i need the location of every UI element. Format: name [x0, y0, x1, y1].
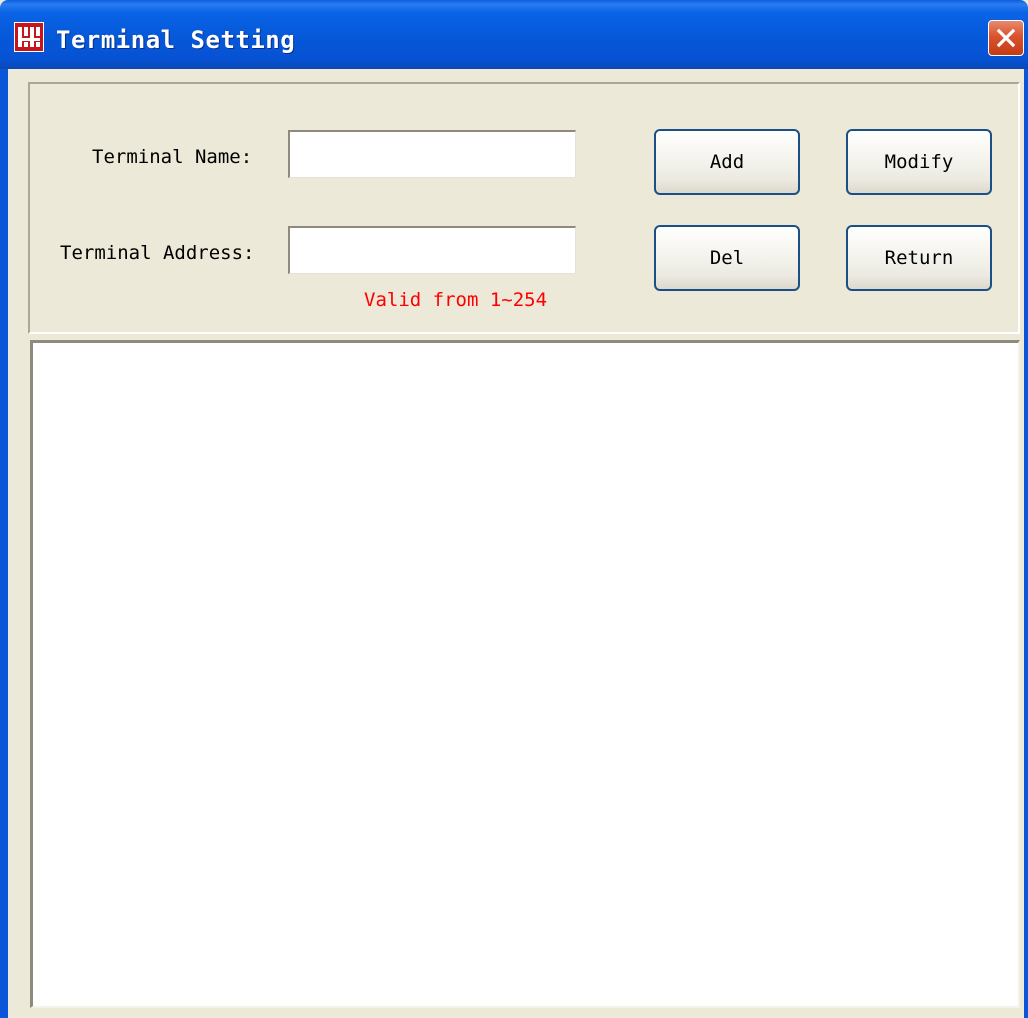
- terminal-form-panel: Terminal Name: Terminal Address: Valid f…: [28, 82, 1020, 334]
- title-bar[interactable]: Terminal Setting: [0, 0, 1028, 69]
- terminal-address-field[interactable]: [288, 226, 576, 274]
- return-button[interactable]: Return: [846, 225, 992, 291]
- window-title: Terminal Setting: [56, 26, 296, 54]
- del-button[interactable]: Del: [654, 225, 800, 291]
- modify-button[interactable]: Modify: [846, 129, 992, 195]
- terminal-list[interactable]: [30, 340, 1020, 1008]
- window-frame-left: [0, 69, 8, 1018]
- terminal-name-label: Terminal Name:: [92, 146, 253, 168]
- window-frame-right: [1024, 69, 1028, 1018]
- terminal-address-label: Terminal Address:: [60, 242, 255, 264]
- add-button[interactable]: Add: [654, 129, 800, 195]
- terminal-name-field[interactable]: [288, 130, 576, 178]
- terminal-setting-window: Terminal Setting Terminal Name: Terminal…: [0, 0, 1028, 1018]
- address-hint-text: Valid from 1~254: [364, 289, 548, 311]
- close-button[interactable]: [988, 20, 1024, 56]
- close-icon: [996, 28, 1016, 48]
- app-logo-icon: [14, 22, 44, 52]
